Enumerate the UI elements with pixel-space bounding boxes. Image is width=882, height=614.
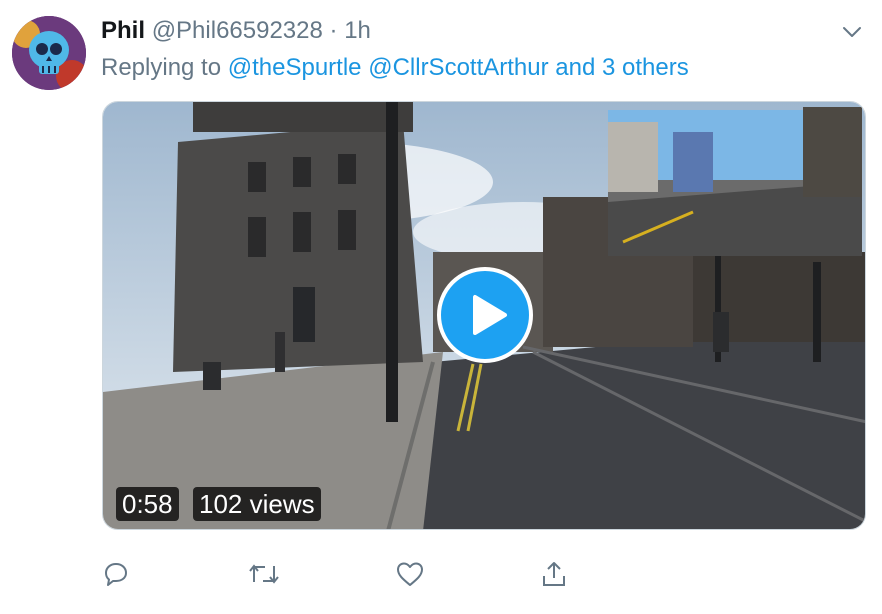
tweet-header: Phil @Phil66592328 · 1h: [101, 16, 371, 46]
video-player[interactable]: [102, 101, 866, 530]
tweet-time[interactable]: 1h: [344, 17, 371, 44]
retweet-button[interactable]: [247, 560, 279, 588]
user-handle[interactable]: @Phil66592328: [152, 17, 323, 44]
video-duration: 0:58: [116, 487, 179, 521]
avatar[interactable]: [12, 16, 86, 90]
share-button[interactable]: [540, 560, 568, 588]
reply-icon: [105, 563, 127, 586]
replying-prefix: Replying to: [101, 54, 222, 81]
mention-link[interactable]: @theSpurtle: [228, 54, 362, 81]
share-icon: [543, 562, 565, 586]
play-icon: [473, 295, 507, 335]
like-button[interactable]: [395, 560, 423, 588]
reply-button[interactable]: [102, 560, 130, 588]
chevron-down-icon: [843, 27, 861, 37]
replying-to: Replying to @theSpurtle @CllrScottArthur…: [101, 52, 689, 84]
skull-avatar-image: [12, 16, 86, 90]
play-button[interactable]: [437, 267, 533, 363]
mention-link[interactable]: @CllrScottArthur: [368, 54, 548, 81]
video-views: 102 views: [193, 487, 321, 521]
like-icon: [397, 562, 423, 586]
display-name[interactable]: Phil: [101, 17, 145, 44]
retweet-icon: [249, 564, 279, 584]
header-separator: ·: [329, 17, 338, 44]
others-link[interactable]: and 3 others: [555, 54, 688, 81]
more-menu-button[interactable]: [840, 20, 864, 44]
